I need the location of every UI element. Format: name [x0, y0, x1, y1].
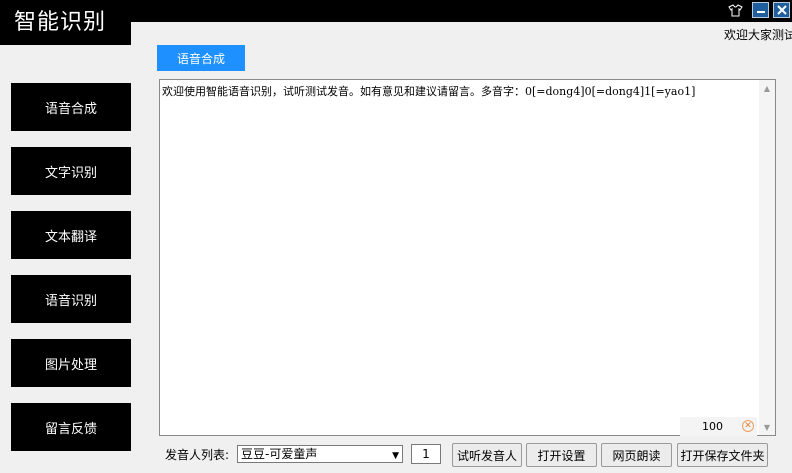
- bottom-toolbar: 发音人列表: 豆豆-可爱童声 ▼ 1 试听发音人 打开设置 网页朗读 打开保存文…: [159, 438, 792, 473]
- sidebar-item-speech-synthesis[interactable]: 语音合成: [11, 83, 131, 131]
- web-read-button[interactable]: 网页朗读: [601, 443, 672, 467]
- clear-icon[interactable]: ✕: [742, 420, 754, 432]
- welcome-text: 欢迎大家测试: [724, 28, 792, 42]
- sidebar-item-image-processing[interactable]: 图片处理: [11, 339, 131, 387]
- voice-selected-value: 豆豆-可爱童声: [241, 447, 318, 461]
- voice-select[interactable]: 豆豆-可爱童声 ▼: [237, 445, 403, 463]
- sidebar-item-feedback[interactable]: 留言反馈: [11, 403, 131, 451]
- skin-button[interactable]: [727, 2, 744, 18]
- chevron-down-icon[interactable]: ▼: [392, 448, 399, 464]
- zoom-control: 100 ✕: [680, 417, 757, 436]
- open-save-folder-button[interactable]: 打开保存文件夹: [677, 443, 768, 467]
- minimize-button[interactable]: [752, 2, 769, 18]
- speed-input[interactable]: 1: [411, 444, 441, 464]
- voice-list-label: 发音人列表:: [165, 448, 230, 462]
- editor-content[interactable]: 欢迎使用智能语音识别，试听测试发音。如有意见和建议请留言。多音字：0[=dong…: [162, 83, 754, 99]
- tab-speech-synthesis[interactable]: 语音合成: [157, 45, 245, 71]
- sidebar-item-text-translation[interactable]: 文本翻译: [11, 211, 131, 259]
- zoom-value: 100: [702, 420, 723, 433]
- open-settings-button[interactable]: 打开设置: [526, 443, 597, 467]
- sidebar-item-speech-recognition[interactable]: 语音识别: [11, 275, 131, 323]
- text-editor[interactable]: 欢迎使用智能语音识别，试听测试发音。如有意见和建议请留言。多音字：0[=dong…: [159, 79, 776, 436]
- shirt-icon: [728, 3, 743, 16]
- scroll-up-icon[interactable]: ▲: [759, 80, 775, 96]
- sidebar-item-text-recognition[interactable]: 文字识别: [11, 147, 131, 195]
- close-button[interactable]: [773, 2, 790, 18]
- preview-voice-button[interactable]: 试听发音人: [452, 443, 522, 467]
- app-title: 智能识别: [0, 0, 131, 45]
- close-icon: [776, 5, 787, 15]
- minimize-icon: [756, 11, 765, 13]
- vertical-scrollbar[interactable]: ▲ ▼: [759, 80, 775, 435]
- scroll-down-icon[interactable]: ▼: [759, 419, 775, 435]
